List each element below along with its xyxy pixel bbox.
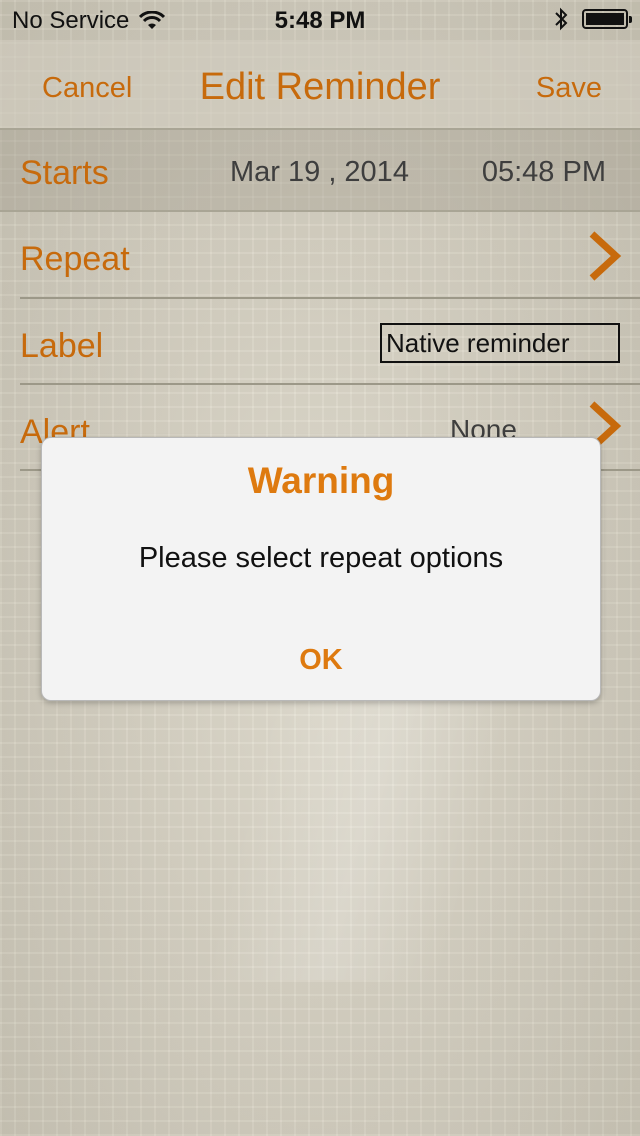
save-button[interactable]: Save [536,72,602,105]
status-time: 5:48 PM [274,7,366,34]
chevron-right-icon[interactable] [586,230,622,282]
status-right [554,7,632,31]
bluetooth-icon [555,7,568,31]
status-bar: No Service 5:48 PM [0,0,640,40]
starts-time[interactable]: 05:48 PM [482,156,606,189]
starts-row[interactable]: Starts Mar 19 , 2014 05:48 PM [0,128,640,212]
starts-label: Starts [20,154,109,192]
dialog-title: Warning [247,460,395,501]
repeat-row[interactable]: Repeat [0,212,640,298]
starts-date[interactable]: Mar 19 , 2014 [230,156,409,189]
label-input[interactable] [380,323,620,363]
battery-icon [582,9,632,29]
label-label: Label [20,327,104,365]
navigation-bar: Cancel Edit Reminder Save [0,40,640,128]
repeat-label: Repeat [20,240,130,278]
ok-button[interactable]: OK [42,644,600,677]
dialog-message: Please select repeat options [138,542,504,574]
warning-dialog: Warning Please select repeat options OK [41,437,601,701]
